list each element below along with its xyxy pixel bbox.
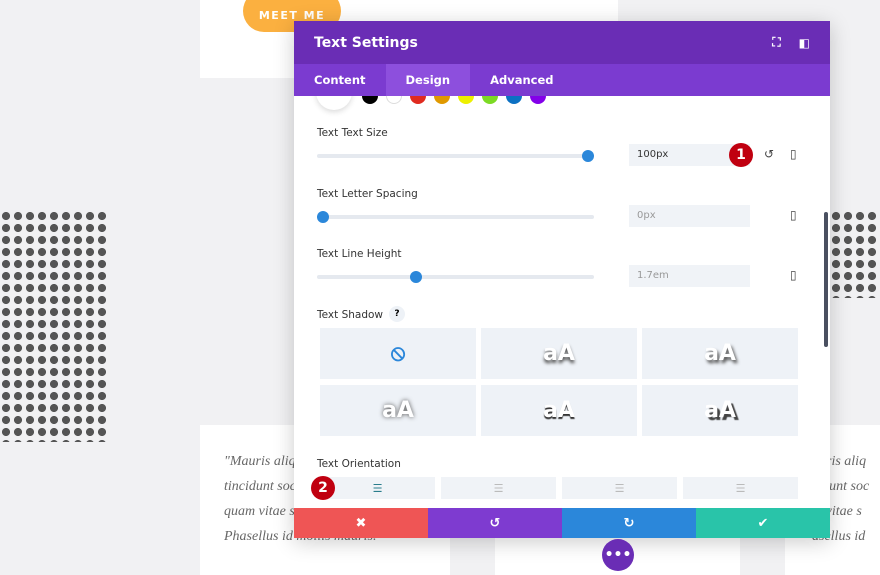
orientation-center[interactable]: ☰ xyxy=(441,477,556,499)
scrollbar[interactable] xyxy=(824,212,828,347)
tab-bar: Content Design Advanced xyxy=(294,64,830,96)
color-swatch[interactable] xyxy=(506,96,522,104)
shadow-option[interactable]: aA xyxy=(481,385,637,436)
modal-title: Text Settings xyxy=(314,34,418,51)
text-size-label: Text Text Size xyxy=(317,127,388,139)
shadow-option[interactable]: aA xyxy=(481,328,637,379)
text-size-slider[interactable] xyxy=(317,150,594,162)
line-height-slider[interactable] xyxy=(317,271,594,283)
slider-handle[interactable] xyxy=(317,211,329,223)
redo-button[interactable]: ↻ xyxy=(562,508,696,538)
step-badge-2: 2 xyxy=(311,476,335,500)
shadow-option[interactable]: aA xyxy=(642,328,798,379)
color-swatch[interactable] xyxy=(434,96,450,104)
mobile-icon[interactable]: ▯ xyxy=(790,208,797,222)
line-height-label: Text Line Height xyxy=(317,248,402,260)
fullscreen-icon[interactable]: ⛶ xyxy=(772,35,780,50)
undo-button[interactable]: ↺ xyxy=(428,508,562,538)
save-button[interactable]: ✔ xyxy=(696,508,830,538)
orientation-justify[interactable]: ☰ xyxy=(683,477,798,499)
color-picker-button[interactable] xyxy=(316,96,352,110)
letter-spacing-slider[interactable] xyxy=(317,211,594,223)
mobile-icon[interactable]: ▯ xyxy=(790,268,797,282)
tab-content[interactable]: Content xyxy=(294,64,386,96)
help-icon[interactable]: ? xyxy=(389,306,405,322)
orientation-left[interactable]: ☰ xyxy=(320,477,435,499)
text-orientation-label: Text Orientation xyxy=(317,458,401,470)
modal-footer: ✖ ↺ ↻ ✔ xyxy=(294,508,830,538)
slider-handle[interactable] xyxy=(582,150,594,162)
orientation-right[interactable]: ☰ xyxy=(562,477,677,499)
modal-header: Text Settings ⛶ ◧ xyxy=(294,21,830,64)
step-badge-1: 1 xyxy=(729,143,753,167)
cancel-button[interactable]: ✖ xyxy=(294,508,428,538)
dot-pattern-left xyxy=(0,210,110,442)
reset-icon[interactable]: ↺ xyxy=(764,147,774,161)
letter-spacing-label: Text Letter Spacing xyxy=(317,188,418,200)
dot-pattern-right xyxy=(830,210,880,298)
text-shadow-label: Text Shadow xyxy=(317,309,384,321)
line-height-input[interactable]: 1.7em xyxy=(629,265,750,287)
color-swatch[interactable] xyxy=(386,96,402,104)
letter-spacing-input[interactable]: 0px xyxy=(629,205,750,227)
shadow-option[interactable]: aA xyxy=(320,385,476,436)
tab-design[interactable]: Design xyxy=(385,64,471,96)
tab-advanced[interactable]: Advanced xyxy=(470,64,573,96)
settings-body: Text Text Size 100px 1 ↺ ▯ Text Letter S… xyxy=(294,96,830,508)
color-swatch[interactable] xyxy=(482,96,498,104)
color-swatch[interactable] xyxy=(458,96,474,104)
mobile-icon[interactable]: ▯ xyxy=(790,147,797,161)
color-swatch[interactable] xyxy=(410,96,426,104)
more-options-button[interactable]: ••• xyxy=(602,539,634,571)
split-view-icon[interactable]: ◧ xyxy=(799,36,810,50)
slider-handle[interactable] xyxy=(409,271,422,283)
color-swatch[interactable] xyxy=(362,96,378,104)
shadow-option[interactable]: aA xyxy=(642,385,798,436)
color-swatch[interactable] xyxy=(530,96,546,104)
text-settings-modal: Text Settings ⛶ ◧ Content Design Advance… xyxy=(294,21,830,538)
shadow-option-none[interactable]: ⦸ xyxy=(320,328,476,379)
